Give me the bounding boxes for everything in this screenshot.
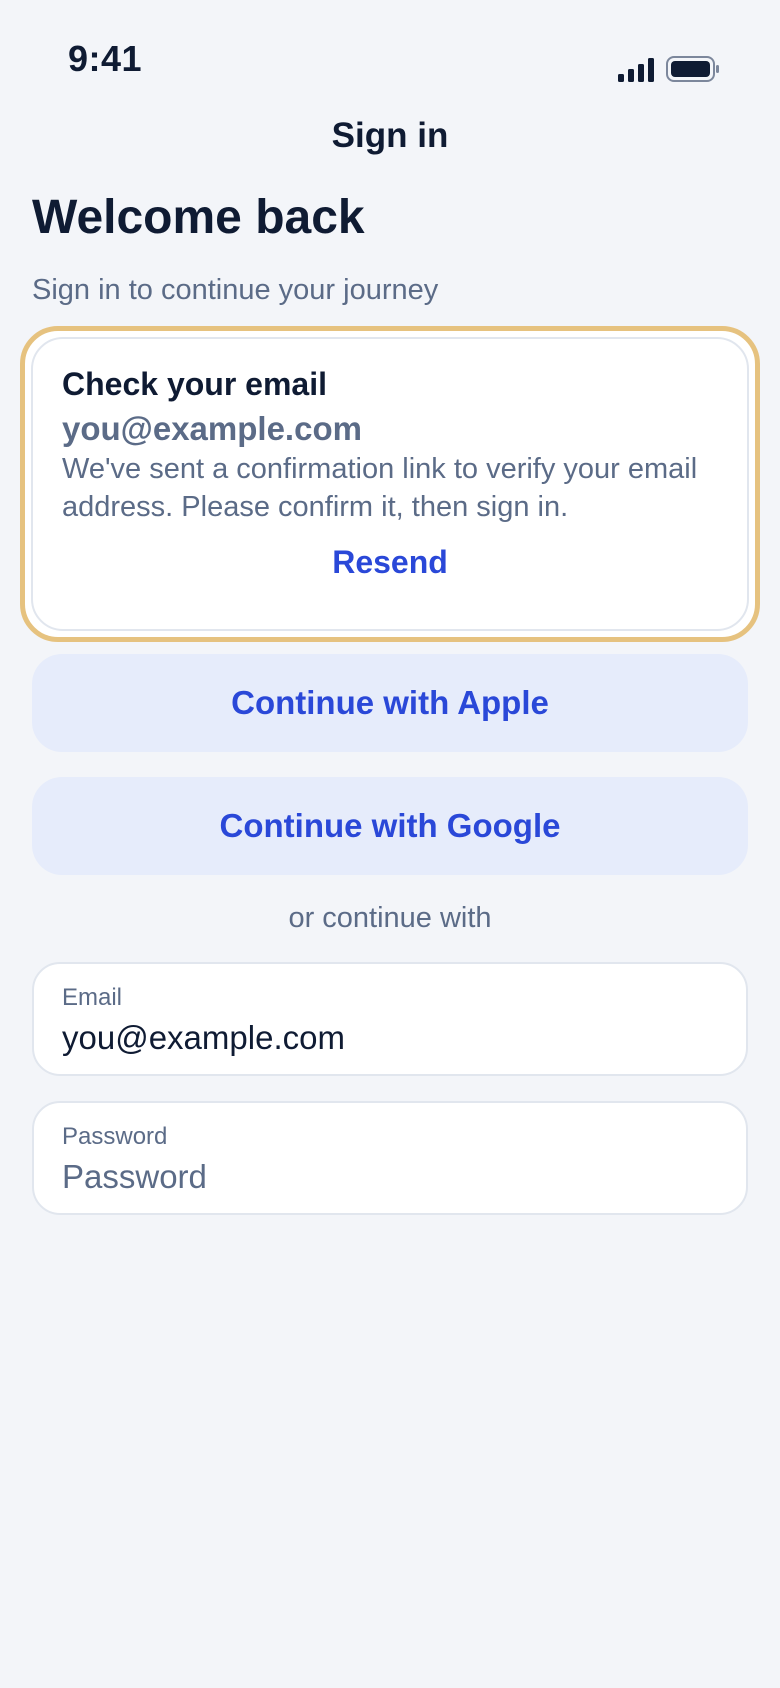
google-button-label: Continue with Google [219,807,561,844]
password-input[interactable] [62,1155,712,1199]
password-field[interactable]: Password [32,1101,748,1215]
page-subtitle: Sign in to continue your journey [32,274,439,306]
nav-title: Sign in [331,116,449,155]
email-field-label: Email [62,984,123,1011]
notice-title: Check your email [62,366,327,402]
email-field[interactable]: Email [32,962,748,1076]
resend-button[interactable]: Resend [20,544,760,581]
apple-button-label: Continue with Apple [231,684,549,721]
continue-with-apple-button[interactable]: Continue with Apple [32,654,748,752]
cellular-signal-icon [618,58,654,82]
divider-text: or continue with [288,902,492,934]
status-time: 9:41 [68,38,143,79]
password-field-label: Password [62,1123,168,1150]
notice-email: you@example.com [62,410,362,447]
continue-with-google-button[interactable]: Continue with Google [32,777,748,875]
notice-body: We've sent a confirmation link to verify… [62,453,698,523]
battery-icon [666,56,719,82]
status-bar: 9:41 [0,0,780,110]
page-title: Welcome back [32,191,365,244]
email-input[interactable] [62,1016,712,1060]
